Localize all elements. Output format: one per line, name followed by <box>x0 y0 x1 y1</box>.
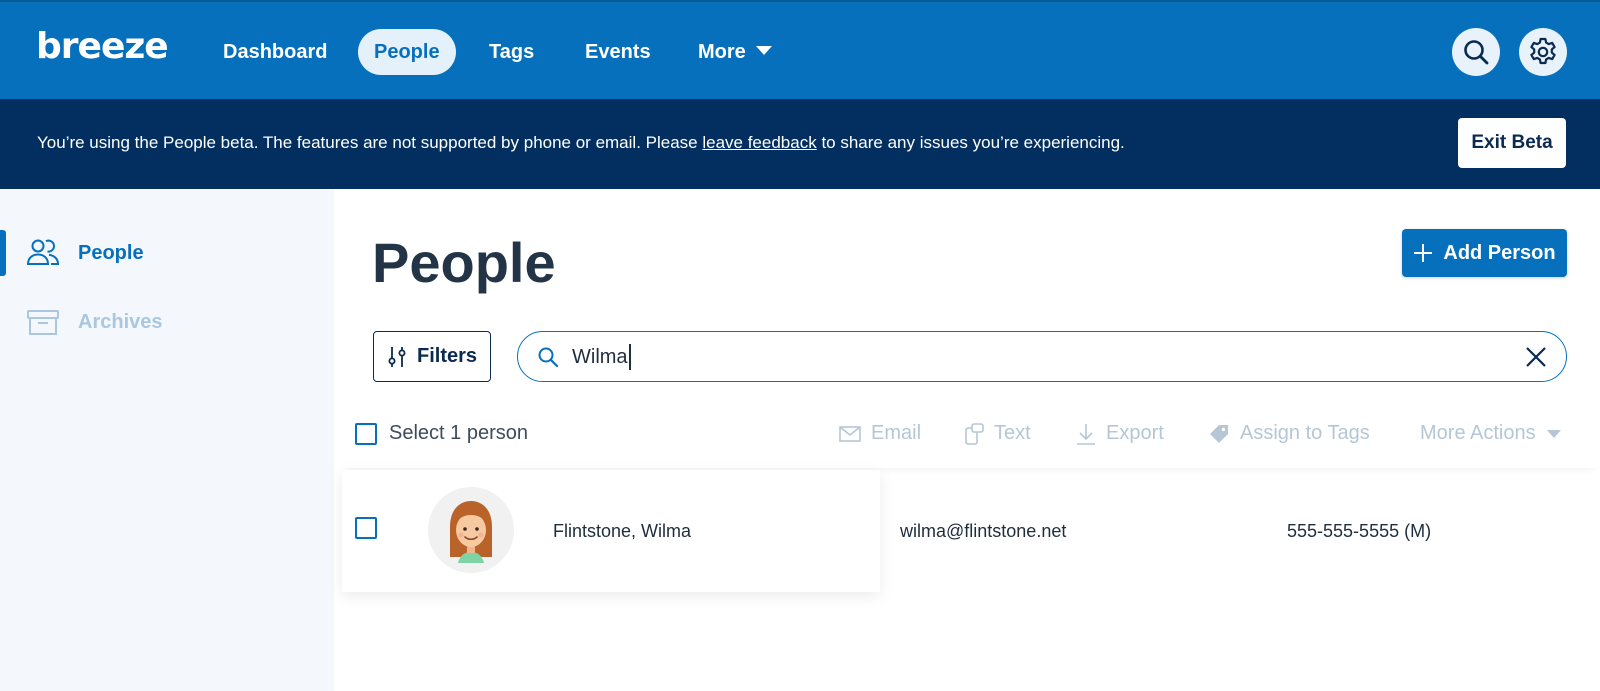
filters-label: Filters <box>416 345 478 367</box>
row-checkbox[interactable] <box>355 517 377 539</box>
page-title: People <box>372 231 556 294</box>
sidebar-item-people[interactable]: People <box>0 228 334 278</box>
sidebar-item-label: People <box>78 241 144 264</box>
envelope-icon <box>839 425 861 442</box>
active-indicator <box>0 230 6 276</box>
sidebar-item-archives[interactable]: Archives <box>0 297 334 347</box>
text-cursor <box>629 344 631 370</box>
beta-banner: You’re using the People beta. The featur… <box>0 99 1600 189</box>
email-action[interactable]: Email <box>839 422 921 445</box>
breeze-logo[interactable]: breeze <box>36 26 169 67</box>
nav-more[interactable]: More <box>682 29 788 75</box>
select-count-label: Select 1 person <box>389 422 528 444</box>
search-field[interactable] <box>517 331 1567 382</box>
people-icon <box>26 239 60 265</box>
person-avatar-illustration <box>428 487 514 573</box>
export-action[interactable]: Export <box>1076 422 1164 445</box>
download-icon <box>1077 423 1095 445</box>
top-navbar: breeze Dashboard People Tags Events More <box>0 0 1600 99</box>
nav-events[interactable]: Events <box>569 29 667 75</box>
search-icon <box>538 347 559 368</box>
sidebar: People Archives <box>0 189 334 691</box>
more-actions-dropdown[interactable]: More Actions <box>1420 422 1562 445</box>
settings-button[interactable] <box>1519 28 1567 76</box>
assign-to-tags-action[interactable]: Assign to Tags <box>1208 422 1370 445</box>
tag-icon <box>1210 424 1228 443</box>
sidebar-item-label: Archives <box>78 310 163 333</box>
avatar <box>428 487 514 573</box>
nav-tags[interactable]: Tags <box>473 29 550 75</box>
person-email: wilma@flintstone.net <box>900 521 1067 541</box>
sliders-icon <box>388 346 406 367</box>
text-action-label: Text <box>994 422 1031 444</box>
chevron-down-icon <box>755 46 772 56</box>
close-icon[interactable] <box>1522 343 1550 371</box>
archive-box-icon <box>27 310 59 335</box>
exit-beta-button[interactable]: Exit Beta <box>1458 118 1566 168</box>
chevron-down-icon <box>1546 429 1561 438</box>
add-person-label: Add Person <box>1443 241 1556 264</box>
gear-icon <box>1530 37 1556 65</box>
text-action[interactable]: Text <box>964 422 1031 445</box>
search-input[interactable] <box>572 342 1472 372</box>
more-actions-label: More Actions <box>1420 422 1536 444</box>
plus-icon <box>1414 244 1433 262</box>
person-phone: 555-555-5555 (M) <box>1287 521 1432 541</box>
select-all-checkbox[interactable] <box>355 423 377 445</box>
nav-more-label: More <box>698 41 746 63</box>
banner-text-before: You’re using the People beta. The featur… <box>37 133 703 152</box>
assign-to-tags-label: Assign to Tags <box>1240 422 1370 444</box>
search-button[interactable] <box>1452 28 1500 76</box>
banner-text-after: to share any issues you’re experiencing. <box>816 133 1125 152</box>
phone-text-icon <box>965 422 984 445</box>
add-person-button[interactable]: Add Person <box>1402 229 1567 277</box>
beta-banner-message: You’re using the People beta. The featur… <box>37 133 1125 153</box>
export-action-label: Export <box>1106 422 1164 444</box>
nav-dashboard[interactable]: Dashboard <box>207 29 343 75</box>
person-name[interactable]: Flintstone, Wilma <box>553 521 691 542</box>
leave-feedback-link[interactable]: leave feedback <box>702 133 816 152</box>
filters-button[interactable]: Filters <box>373 331 491 382</box>
search-icon <box>1464 40 1489 65</box>
email-action-label: Email <box>871 422 922 444</box>
nav-people[interactable]: People <box>358 29 456 75</box>
